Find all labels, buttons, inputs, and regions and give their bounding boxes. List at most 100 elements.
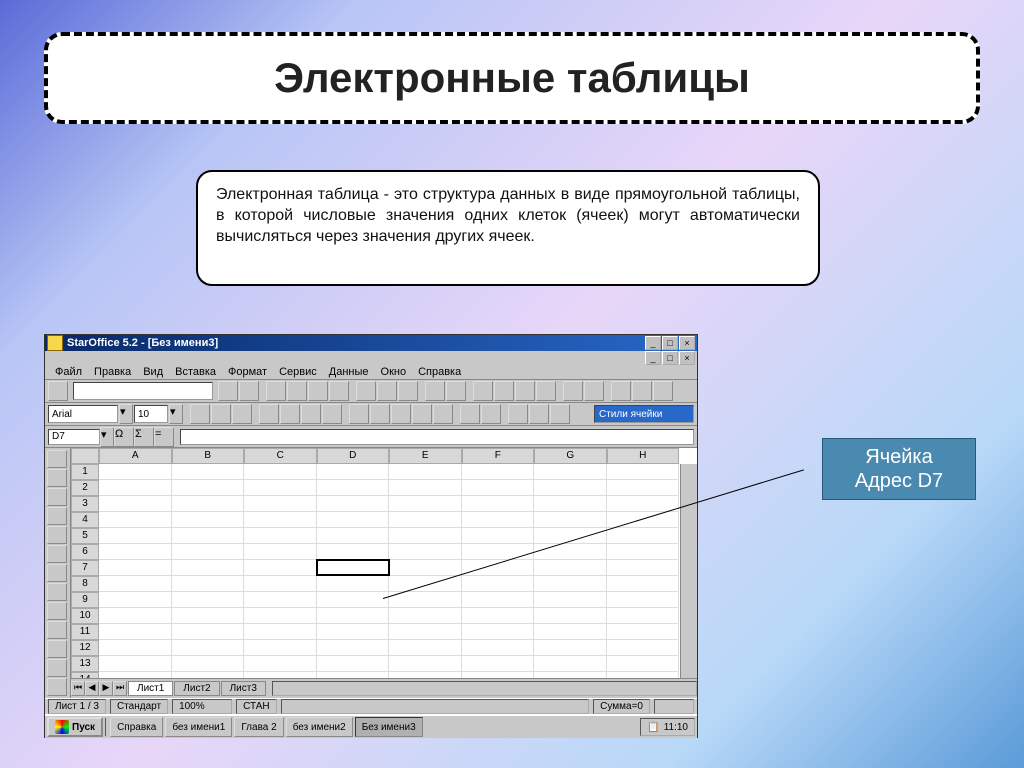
inc-indent-icon[interactable] [481, 404, 501, 424]
hyperlink-icon[interactable] [515, 381, 535, 401]
cells-area[interactable] [99, 464, 679, 678]
col-header[interactable]: C [244, 448, 317, 464]
font-size-select[interactable]: 10 [134, 405, 168, 423]
tab-prev-icon[interactable]: ◀ [85, 681, 99, 696]
titlebar[interactable]: StarOffice 5.2 - [Без имени3] _ □ × [45, 335, 697, 351]
copy-icon[interactable] [377, 381, 397, 401]
align-right-icon[interactable] [301, 404, 321, 424]
group-icon[interactable] [47, 659, 67, 677]
edit-icon[interactable] [287, 381, 307, 401]
gallery-icon[interactable] [536, 381, 556, 401]
grid-icon[interactable] [611, 381, 631, 401]
align-left-icon[interactable] [259, 404, 279, 424]
sheet-tab-1[interactable]: Лист1 [128, 681, 173, 696]
open-icon[interactable] [48, 381, 68, 401]
menu-view[interactable]: Вид [137, 365, 169, 379]
align-center-icon[interactable] [280, 404, 300, 424]
underline-icon[interactable] [232, 404, 252, 424]
currency-icon[interactable] [349, 404, 369, 424]
menu-help[interactable]: Справка [412, 365, 467, 379]
horizontal-scrollbar[interactable] [272, 681, 697, 696]
row-header[interactable]: 1 [71, 464, 99, 480]
start-button[interactable]: Пуск [47, 717, 103, 737]
size-dropdown-icon[interactable]: ▾ [169, 404, 183, 424]
navigator-icon[interactable] [473, 381, 493, 401]
selected-cell-d7[interactable] [316, 559, 391, 576]
borders-icon[interactable] [508, 404, 528, 424]
insert-col-icon[interactable] [47, 488, 67, 506]
row-header[interactable]: 4 [71, 512, 99, 528]
font-name-select[interactable]: Arial [48, 405, 118, 423]
align-justify-icon[interactable] [322, 404, 342, 424]
dec-indent-icon[interactable] [460, 404, 480, 424]
row-header[interactable]: 12 [71, 640, 99, 656]
minimize-button[interactable]: _ [645, 336, 661, 350]
undo-icon[interactable] [425, 381, 445, 401]
col-header[interactable]: G [534, 448, 607, 464]
row-header[interactable]: 11 [71, 624, 99, 640]
new-icon[interactable] [239, 381, 259, 401]
formula-input[interactable] [180, 429, 694, 445]
mdi-maximize-button[interactable]: □ [662, 351, 678, 365]
redo-icon[interactable] [446, 381, 466, 401]
task-doc3[interactable]: без имени2 [286, 717, 353, 737]
sort-desc-icon[interactable] [584, 381, 604, 401]
menu-insert[interactable]: Вставка [169, 365, 222, 379]
maximize-button[interactable]: □ [662, 336, 678, 350]
namebox-dropdown-icon[interactable]: ▾ [100, 427, 114, 447]
cut-icon[interactable] [356, 381, 376, 401]
insert-cell-icon[interactable] [47, 450, 67, 468]
col-header[interactable]: D [317, 448, 390, 464]
dec-decimal-icon[interactable] [433, 404, 453, 424]
tab-next-icon[interactable]: ▶ [99, 681, 113, 696]
help-icon[interactable] [653, 381, 673, 401]
task-doc2[interactable]: Глава 2 [234, 717, 283, 737]
mdi-close-button[interactable]: × [679, 351, 695, 365]
chart-icon[interactable] [47, 545, 67, 563]
font-dropdown-icon[interactable]: ▾ [119, 404, 133, 424]
row-header[interactable]: 3 [71, 496, 99, 512]
print-icon[interactable] [329, 381, 349, 401]
image-icon[interactable] [47, 564, 67, 582]
sheet-tab-3[interactable]: Лист3 [221, 681, 266, 696]
col-header[interactable]: E [389, 448, 462, 464]
bold-icon[interactable] [190, 404, 210, 424]
find-replace-icon[interactable] [47, 640, 67, 658]
menu-format[interactable]: Формат [222, 365, 273, 379]
menu-tools[interactable]: Сервис [273, 365, 323, 379]
col-header[interactable]: F [462, 448, 535, 464]
mail-icon[interactable] [266, 381, 286, 401]
save-icon[interactable] [308, 381, 328, 401]
equals-icon[interactable]: = [154, 427, 174, 447]
find-icon[interactable] [632, 381, 652, 401]
menu-data[interactable]: Данные [323, 365, 375, 379]
autofilter-icon[interactable] [47, 526, 67, 544]
cell-styles-label[interactable]: Стили ячейки [594, 405, 694, 423]
row-header[interactable]: 13 [71, 656, 99, 672]
col-header[interactable]: H [607, 448, 680, 464]
tab-last-icon[interactable]: ⏭ [113, 681, 127, 696]
draw-icon[interactable] [47, 583, 67, 601]
function-wizard-icon[interactable]: Ω [114, 427, 134, 447]
menu-window[interactable]: Окно [375, 365, 413, 379]
tab-first-icon[interactable]: ⏮ [71, 681, 85, 696]
mdi-minimize-button[interactable]: _ [645, 351, 661, 365]
sum-icon[interactable]: Σ [134, 427, 154, 447]
row-header[interactable]: 5 [71, 528, 99, 544]
row-header[interactable]: 6 [71, 544, 99, 560]
task-help[interactable]: Справка [110, 717, 163, 737]
percent-icon[interactable] [370, 404, 390, 424]
status-zoom[interactable]: 100% [172, 699, 232, 714]
menu-edit[interactable]: Правка [88, 365, 137, 379]
url-input[interactable] [73, 382, 213, 400]
menu-file[interactable]: Файл [49, 365, 88, 379]
fontcolor-icon[interactable] [550, 404, 570, 424]
number-icon[interactable] [391, 404, 411, 424]
grid[interactable]: A B C D E F G H 1 2 3 4 5 6 7 8 9 10 11 [71, 448, 697, 698]
row-header[interactable]: 2 [71, 480, 99, 496]
col-header[interactable]: B [172, 448, 245, 464]
row-header[interactable]: 9 [71, 592, 99, 608]
row-header[interactable]: 10 [71, 608, 99, 624]
col-header[interactable]: A [99, 448, 172, 464]
sort-asc-icon[interactable] [563, 381, 583, 401]
